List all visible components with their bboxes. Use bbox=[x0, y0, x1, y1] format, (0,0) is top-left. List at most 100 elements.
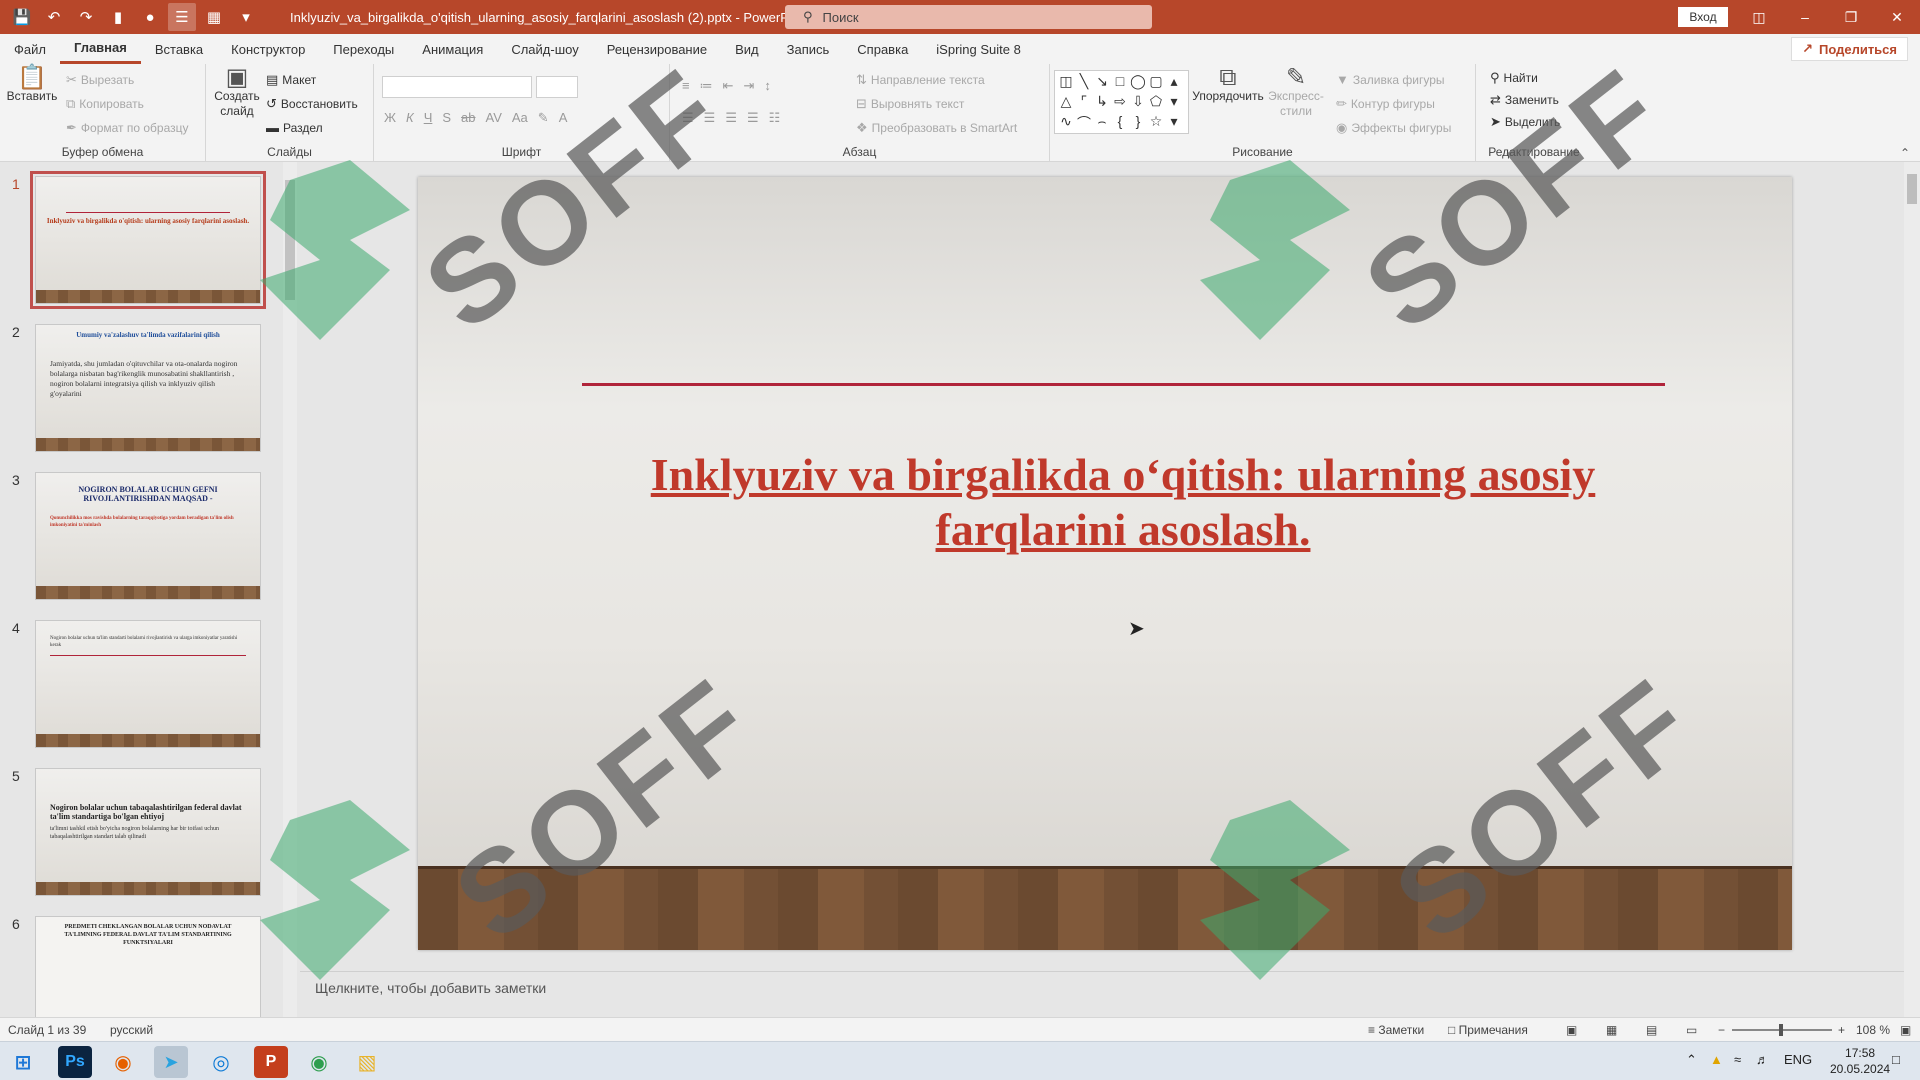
right-brace-icon[interactable]: } bbox=[1129, 113, 1147, 133]
line-spacing-icon[interactable]: ↕ bbox=[764, 78, 771, 94]
login-button[interactable]: Вход bbox=[1678, 7, 1728, 27]
tab-transitions[interactable]: Переходы bbox=[319, 34, 408, 64]
font-color-icon[interactable]: A bbox=[559, 110, 568, 126]
record-icon[interactable]: ● bbox=[136, 3, 164, 31]
collapse-ribbon-icon[interactable]: ⌃ bbox=[1900, 146, 1910, 160]
reset-button[interactable]: ↺ Восстановить bbox=[266, 96, 358, 112]
layout-icon[interactable]: ▦ bbox=[200, 3, 228, 31]
fit-slide-icon[interactable]: ▣ bbox=[1900, 1023, 1911, 1037]
start-slideshow-icon[interactable]: ▮ bbox=[104, 3, 132, 31]
slide-canvas[interactable]: Inklyuziv va birgalikda o‘qitish: ularni… bbox=[418, 177, 1792, 950]
rectangle-icon[interactable]: □ bbox=[1111, 73, 1129, 93]
reading-view-button[interactable]: ▤ bbox=[1646, 1023, 1657, 1037]
firefox-icon[interactable]: ◉ bbox=[106, 1046, 140, 1078]
tab-animations[interactable]: Анимация bbox=[408, 34, 497, 64]
star-icon[interactable]: ☆ bbox=[1147, 113, 1165, 133]
underline-icon[interactable]: Ч bbox=[424, 110, 433, 126]
customize-qat-icon[interactable]: ▾ bbox=[232, 3, 260, 31]
tab-review[interactable]: Рецензирование bbox=[593, 34, 721, 64]
slide-thumbnail-1[interactable]: Inklyuziv va birgalikda o'qitish: ularni… bbox=[30, 171, 266, 309]
powerpoint-icon[interactable]: P bbox=[254, 1046, 288, 1078]
shapes-gallery[interactable]: ◫ ╲ ↘ □ ◯ ▢ ▴ △ ⌜ ↳ ⇨ ⇩ ⬠ ▾ ∿ ⌒ ⌢ { } ☆ … bbox=[1054, 70, 1189, 134]
align-right-icon[interactable]: ☰ bbox=[725, 110, 737, 126]
tab-view[interactable]: Вид bbox=[721, 34, 773, 64]
new-slide-button[interactable]: ▣ Создать слайд bbox=[214, 66, 260, 119]
copy-button[interactable]: ⧉ Копировать bbox=[66, 96, 144, 112]
tab-help[interactable]: Справка bbox=[843, 34, 922, 64]
language-indicator[interactable]: русский bbox=[110, 1023, 153, 1037]
telegram-icon[interactable]: ➤ bbox=[154, 1046, 188, 1078]
tab-home[interactable]: Главная bbox=[59, 34, 141, 64]
slide-thumbnail-6[interactable]: PREDMETI CHEKLANGAN BOLALAR UCHUN NODAVL… bbox=[35, 916, 261, 1017]
find-button[interactable]: ⚲ Найти bbox=[1490, 70, 1538, 86]
zoom-level[interactable]: 108 % bbox=[1856, 1023, 1890, 1037]
tab-record[interactable]: Запись bbox=[773, 34, 844, 64]
tray-app-icon[interactable]: ▲ bbox=[1710, 1052, 1723, 1067]
font-size-field[interactable] bbox=[536, 76, 578, 98]
slide-thumbnail-3[interactable]: NOGIRON BOLALAR UCHUN GEFNI RIVOJLANTIRI… bbox=[35, 472, 261, 600]
bold-icon[interactable]: Ж bbox=[384, 110, 396, 126]
freeform-icon[interactable]: ∿ bbox=[1057, 113, 1075, 133]
shape-effects-button[interactable]: ◉ Эффекты фигуры bbox=[1336, 120, 1451, 136]
rounded-rect-icon[interactable]: ▢ bbox=[1147, 73, 1165, 93]
restore-icon[interactable]: ❐ bbox=[1828, 0, 1874, 34]
scroll-down-icon[interactable]: ▾ bbox=[1165, 93, 1183, 113]
zoom-out-button[interactable]: − bbox=[1718, 1023, 1725, 1037]
redo-icon[interactable]: ↷ bbox=[72, 3, 100, 31]
decrease-indent-icon[interactable]: ⇤ bbox=[723, 78, 734, 94]
slide-thumbnail-5[interactable]: Nogiron bolalar uchun tabaqalashtirilgan… bbox=[35, 768, 261, 896]
minimize-icon[interactable]: – bbox=[1782, 0, 1828, 34]
paste-button[interactable]: 📋 Вставить bbox=[6, 66, 58, 104]
arc-icon[interactable]: ⌢ bbox=[1093, 113, 1111, 133]
italic-icon[interactable]: К bbox=[406, 110, 414, 126]
change-case-icon[interactable]: Aa bbox=[512, 110, 528, 126]
triangle-icon[interactable]: △ bbox=[1057, 93, 1075, 113]
notes-pane[interactable]: Щелкните, чтобы добавить заметки bbox=[300, 971, 1904, 1017]
justify-icon[interactable]: ☰ bbox=[747, 110, 759, 126]
align-left-icon[interactable]: ☰ bbox=[682, 110, 694, 126]
arrow-line-icon[interactable]: ↘ bbox=[1093, 73, 1111, 93]
shape-outline-button[interactable]: ✏ Контур фигуры bbox=[1336, 96, 1435, 112]
bullets-icon[interactable]: ≡ bbox=[682, 78, 690, 94]
highlight-icon[interactable]: ✎ bbox=[538, 110, 549, 126]
ribbon-display-icon[interactable]: ◫ bbox=[1736, 0, 1782, 34]
shadow-icon[interactable]: S bbox=[442, 110, 451, 126]
save-icon[interactable]: 💾 bbox=[8, 3, 36, 31]
normal-view-icon[interactable]: ☰ bbox=[168, 3, 196, 31]
pentagon-icon[interactable]: ⬠ bbox=[1147, 93, 1165, 113]
shape-fill-button[interactable]: ▼ Заливка фигуры bbox=[1336, 72, 1445, 87]
font-name-field[interactable] bbox=[382, 76, 532, 98]
search-box[interactable]: ⚲ Поиск bbox=[785, 5, 1152, 29]
comments-toggle[interactable]: □ Примечания bbox=[1448, 1023, 1528, 1037]
slide-thumbnail-4[interactable]: Nogiron bolalar uchun ta'lim standarti b… bbox=[35, 620, 261, 748]
undo-icon[interactable]: ↶ bbox=[40, 3, 68, 31]
line-icon[interactable]: ╲ bbox=[1075, 73, 1093, 93]
left-brace-icon[interactable]: { bbox=[1111, 113, 1129, 133]
slide-scroll-thumb[interactable] bbox=[1907, 174, 1917, 204]
edge-icon[interactable]: ◎ bbox=[204, 1046, 238, 1078]
strikethrough-icon[interactable]: ab bbox=[461, 110, 475, 126]
close-icon[interactable]: ✕ bbox=[1874, 0, 1920, 34]
tab-design[interactable]: Конструктор bbox=[217, 34, 319, 64]
share-button[interactable]: ↗ Поделиться bbox=[1791, 37, 1908, 61]
input-language[interactable]: ENG bbox=[1784, 1052, 1812, 1067]
align-center-icon[interactable]: ☰ bbox=[704, 110, 716, 126]
slide-thumbnail-2[interactable]: Umumiy va'zalashuv ta'limda vazifalarini… bbox=[35, 324, 261, 452]
slideshow-button[interactable]: ▭ bbox=[1686, 1023, 1697, 1037]
tray-expand-icon[interactable]: ⌃ bbox=[1686, 1052, 1697, 1068]
windows-start-icon[interactable]: ⊞ bbox=[6, 1046, 40, 1078]
slide-sorter-button[interactable]: ▦ bbox=[1606, 1023, 1617, 1037]
columns-icon[interactable]: ☷ bbox=[769, 110, 781, 126]
clock[interactable]: 17:58 20.05.2024 bbox=[1830, 1045, 1890, 1077]
tab-file[interactable]: Файл bbox=[0, 34, 60, 64]
wifi-icon[interactable]: ≈ bbox=[1734, 1052, 1741, 1067]
scroll-up-icon[interactable]: ▴ bbox=[1165, 73, 1183, 93]
format-painter-button[interactable]: ✒ Формат по образцу bbox=[66, 120, 189, 136]
section-button[interactable]: ▬ Раздел bbox=[266, 120, 323, 135]
chrome-icon[interactable]: ◉ bbox=[302, 1046, 336, 1078]
cut-button[interactable]: ✂ Вырезать bbox=[66, 72, 134, 88]
photoshop-icon[interactable]: Ps bbox=[58, 1046, 92, 1078]
text-direction-button[interactable]: ⇅ Направление текста bbox=[856, 72, 985, 88]
slide-scrollbar[interactable] bbox=[1904, 162, 1920, 1017]
thumbnails-scroll-thumb[interactable] bbox=[285, 180, 295, 300]
